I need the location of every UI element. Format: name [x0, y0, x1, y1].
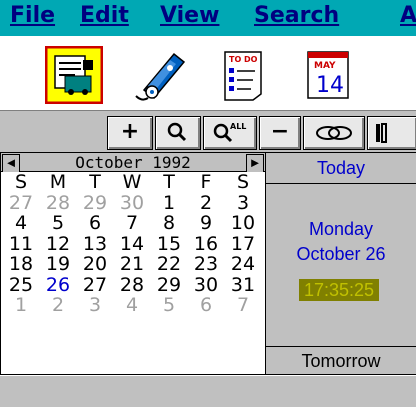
find-all-button[interactable]: ALL [203, 116, 257, 150]
calendar-day[interactable]: 12 [40, 234, 76, 254]
toolbar: + ALL − [0, 110, 416, 152]
svg-text:MAY: MAY [314, 61, 336, 71]
calendar-day[interactable]: 2 [40, 295, 76, 315]
menu-bar: File Edit View Search A [0, 0, 416, 36]
weekday-header: S [14, 171, 28, 193]
magnifier-icon [167, 122, 187, 142]
calendar-grid: S M T W T F S 27 28 29 30 1 2 3 4 5 6 7 8 9 10 11 12 13 14 15 16 17… [0, 172, 266, 375]
svg-text:14: 14 [316, 73, 344, 98]
weekday-header: W [122, 171, 142, 193]
calendar-day[interactable]: 2 [188, 193, 224, 213]
calendar-day[interactable]: 16 [188, 234, 224, 254]
calendar-day[interactable]: 27 [3, 193, 39, 213]
calendar-day[interactable]: 28 [114, 275, 150, 295]
tomorrow-header[interactable]: Tomorrow [266, 346, 416, 375]
calendar-day[interactable]: 28 [40, 193, 76, 213]
calendar-day[interactable]: 21 [114, 254, 150, 274]
calendar-day[interactable]: 15 [151, 234, 187, 254]
menu-search[interactable]: Search [254, 3, 339, 28]
calendar-day[interactable]: 19 [40, 254, 76, 274]
calendar-nav: ◄ October 1992 ► [0, 152, 266, 173]
calendar-day[interactable]: 6 [77, 213, 113, 233]
left-arrow-icon: ◄ [4, 155, 18, 170]
today-pane: Monday October 26 17:35:25 [266, 184, 416, 346]
calendar-day[interactable]: 17 [225, 234, 261, 254]
status-bar [0, 375, 416, 407]
calendar-day[interactable]: 1 [151, 193, 187, 213]
calendar-day[interactable]: 25 [3, 275, 39, 295]
delete-button[interactable]: − [259, 116, 301, 150]
weekday-header: F [200, 171, 212, 193]
calendar-day[interactable]: 29 [77, 193, 113, 213]
weekday-header: S [236, 171, 250, 193]
calendar-day[interactable]: 22 [151, 254, 187, 274]
menu-view[interactable]: View [160, 3, 219, 28]
calendar-day[interactable]: 30 [114, 193, 150, 213]
calendar-day[interactable]: 18 [3, 254, 39, 274]
today-weekday: Monday [308, 219, 374, 239]
calendar-day[interactable]: 30 [188, 275, 224, 295]
find-button[interactable] [155, 116, 201, 150]
svg-text:TO DO: TO DO [229, 55, 258, 64]
icon-bar: TO DO MAY 14 [0, 36, 416, 110]
right-arrow-icon: ► [248, 155, 262, 170]
calendar-day-selected[interactable]: 26 [40, 275, 76, 295]
calendar-day[interactable]: 20 [77, 254, 113, 274]
tomorrow-label: Tomorrow [301, 351, 381, 371]
menu-file[interactable]: File [10, 3, 55, 28]
calendar-day[interactable]: 3 [77, 295, 113, 315]
partial-button[interactable] [367, 116, 416, 150]
calendar-day[interactable]: 10 [225, 213, 261, 233]
calendar-day[interactable]: 9 [188, 213, 224, 233]
weekday-header: M [49, 171, 67, 193]
calendar-day[interactable]: 13 [77, 234, 113, 254]
calendar-page-icon[interactable]: MAY 14 [300, 46, 358, 104]
weekday-header: T [163, 171, 175, 193]
link-button[interactable] [303, 116, 365, 150]
scheduler-icon[interactable] [45, 46, 103, 104]
phone-book-icon[interactable] [130, 46, 188, 104]
partial-icon [376, 123, 387, 143]
calendar-day[interactable]: 24 [225, 254, 261, 274]
current-time: 17:35:25 [299, 279, 379, 301]
calendar-day[interactable]: 4 [3, 213, 39, 233]
menu-edit[interactable]: Edit [80, 3, 129, 28]
calendar-day[interactable]: 6 [188, 295, 224, 315]
month-label: October 1992 [75, 153, 191, 172]
svg-text:ALL: ALL [230, 122, 246, 131]
link-icon [316, 126, 352, 140]
weekday-header: T [89, 171, 101, 193]
add-button[interactable]: + [107, 116, 153, 150]
calendar-day[interactable]: 7 [114, 213, 150, 233]
calendar-day[interactable]: 27 [77, 275, 113, 295]
calendar-day[interactable]: 8 [151, 213, 187, 233]
menu-a[interactable]: A [400, 3, 416, 28]
magnifier-all-icon: ALL [213, 122, 246, 143]
calendar-day[interactable]: 29 [151, 275, 187, 295]
calendar-day[interactable]: 4 [114, 295, 150, 315]
calendar-day[interactable]: 14 [114, 234, 150, 254]
minus-icon: − [270, 119, 290, 144]
plus-icon: + [120, 119, 140, 144]
today-label: Today [316, 158, 366, 178]
calendar-day[interactable]: 23 [188, 254, 224, 274]
today-header[interactable]: Today [266, 152, 416, 184]
calendar-day[interactable]: 5 [151, 295, 187, 315]
todo-list-icon[interactable]: TO DO [215, 46, 273, 104]
today-date: October 26 [296, 244, 386, 264]
calendar-day[interactable]: 1 [3, 295, 39, 315]
calendar-day[interactable]: 31 [225, 275, 261, 295]
calendar-day[interactable]: 7 [225, 295, 261, 315]
calendar-day[interactable]: 3 [225, 193, 261, 213]
calendar-day[interactable]: 5 [40, 213, 76, 233]
calendar-day[interactable]: 11 [3, 234, 39, 254]
